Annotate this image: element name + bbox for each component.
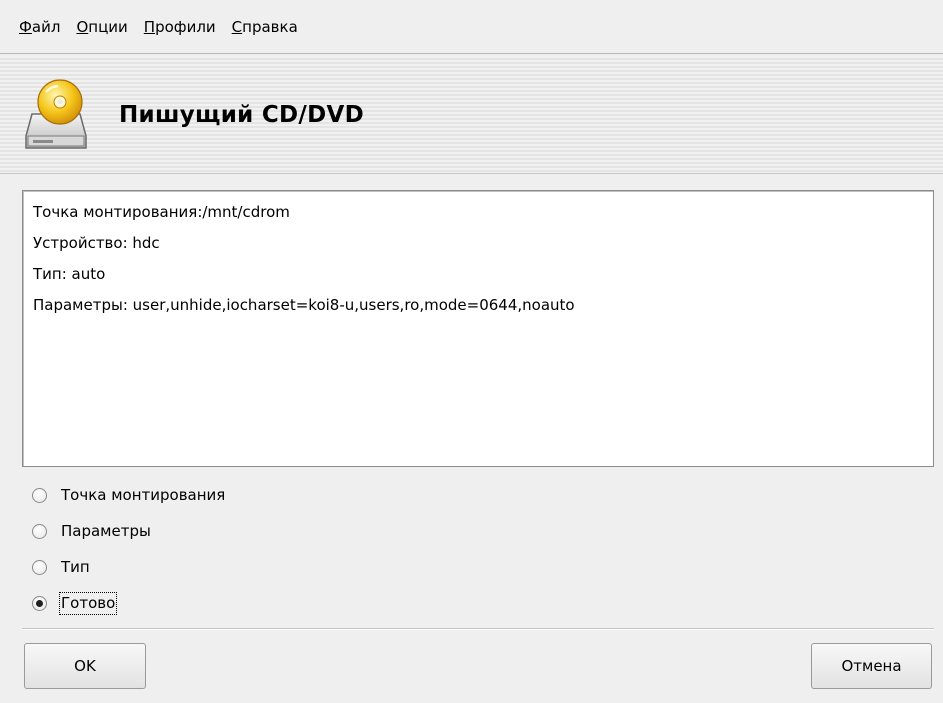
info-type: Тип: auto [33,265,106,283]
menu-file[interactable]: Файл [19,18,60,36]
radio-label: Параметры [61,522,151,540]
info-device: Устройство: hdc [33,234,160,252]
mount-info-panel: Точка монтирования:/mnt/cdrom Устройство… [22,190,934,467]
menu-options[interactable]: Опции [76,18,127,36]
separator [22,628,934,630]
info-options: Параметры: user,unhide,iocharset=koi8-u,… [33,296,575,314]
menu-file-accel: Ф [19,17,32,36]
cancel-button[interactable]: Отмена [811,643,932,689]
radio-label: Тип [61,558,90,576]
menu-bar: Файл Опции Профили Справка [0,0,943,54]
ok-button[interactable]: OK [24,643,146,689]
radio-label: Готово [59,591,118,615]
menu-profiles-accel: П [143,17,156,36]
radio-mount-point[interactable]: Точка монтирования [32,477,225,513]
menu-help-accel: С [231,17,243,36]
menu-profiles-label: рофили [155,17,216,36]
radio-type[interactable]: Тип [32,549,225,585]
menu-options-label: пции [88,17,128,36]
radio-button[interactable] [32,523,47,539]
menu-profiles[interactable]: Профили [144,18,216,36]
radio-button[interactable] [32,559,47,575]
menu-help-label: правка [242,17,298,36]
info-mount-point: Точка монтирования:/mnt/cdrom [33,203,290,221]
menu-options-accel: О [76,17,89,36]
radio-button[interactable] [32,487,47,503]
menu-file-label: айл [31,17,61,36]
dialog-header: Пишущий CD/DVD [0,56,943,174]
radio-label: Точка монтирования [61,486,226,504]
cd-drive-icon [25,79,87,149]
radio-button-checked[interactable] [32,595,47,611]
dialog-title: Пишущий CD/DVD [119,102,365,128]
radio-options[interactable]: Параметры [32,513,225,549]
radio-done[interactable]: Готово [32,585,225,621]
menu-help[interactable]: Справка [232,18,298,36]
action-radio-group: Точка монтирования Параметры Тип Готово [32,477,225,621]
